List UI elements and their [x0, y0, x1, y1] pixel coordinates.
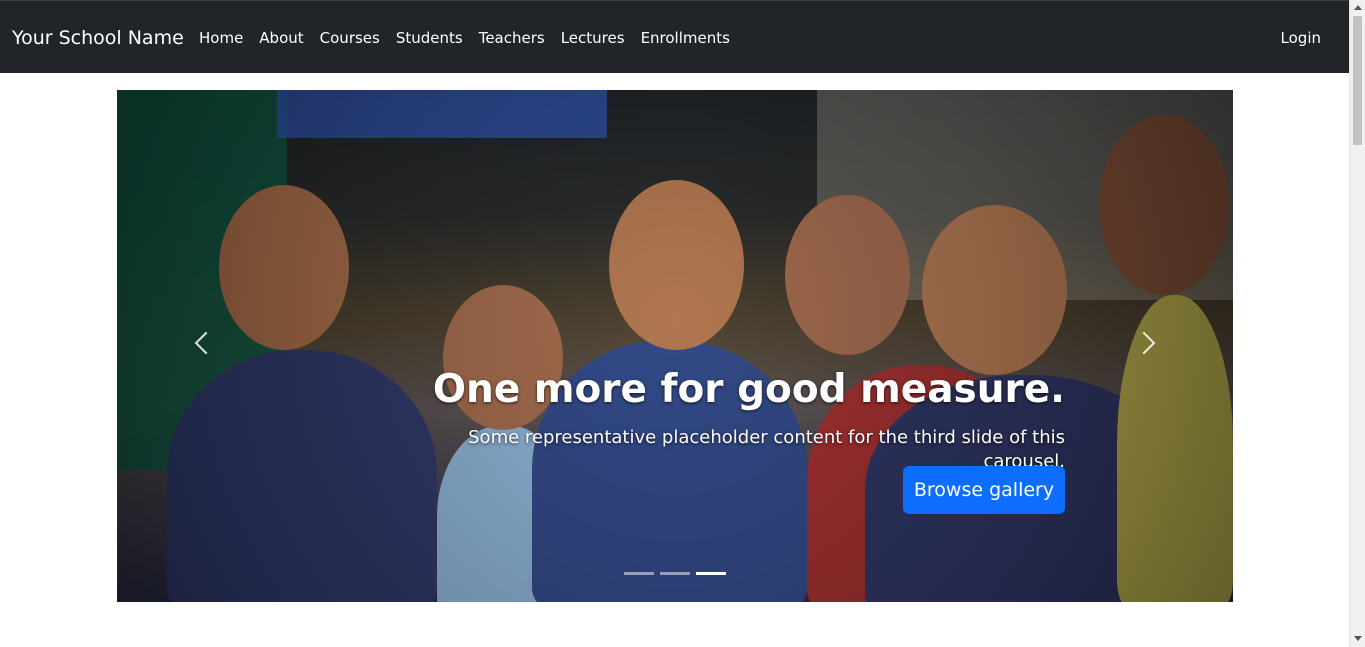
browse-gallery-button[interactable]: Browse gallery [903, 466, 1065, 514]
nav-lectures[interactable]: Lectures [561, 28, 625, 48]
image-carousel: One more for good measure. Some represen… [117, 90, 1233, 602]
chevron-left-icon [194, 331, 218, 355]
scroll-down-arrow-icon[interactable] [1354, 636, 1362, 641]
carousel-indicator-3[interactable] [696, 572, 726, 575]
carousel-previous-button[interactable] [117, 90, 267, 602]
nav-courses[interactable]: Courses [320, 28, 380, 48]
carousel-slide-image [117, 90, 1233, 602]
carousel-next-button[interactable] [1083, 90, 1233, 602]
nav-home[interactable]: Home [199, 28, 243, 48]
carousel-indicators [624, 572, 726, 575]
scrollbar-thumb[interactable] [1353, 16, 1362, 145]
top-navbar: Your School Name Home About Courses Stud… [0, 0, 1349, 73]
image-vignette [117, 90, 1233, 602]
page: Your School Name Home About Courses Stud… [0, 0, 1365, 647]
vertical-scrollbar[interactable] [1349, 0, 1365, 647]
carousel-indicator-1[interactable] [624, 572, 654, 575]
nav-students[interactable]: Students [396, 28, 463, 48]
carousel-caption: One more for good measure. Some represen… [401, 365, 1065, 474]
nav-about[interactable]: About [259, 28, 303, 48]
brand-link[interactable]: Your School Name [12, 26, 184, 50]
nav-teachers[interactable]: Teachers [479, 28, 545, 48]
carousel-indicator-2[interactable] [660, 572, 690, 575]
main-navigation: Home About Courses Students Teachers Lec… [199, 28, 746, 48]
nav-enrollments[interactable]: Enrollments [641, 28, 730, 48]
chevron-right-icon [1132, 331, 1156, 355]
slide-title: One more for good measure. [432, 367, 1065, 412]
login-link[interactable]: Login [1281, 28, 1321, 48]
scroll-up-arrow-icon[interactable] [1354, 5, 1362, 10]
